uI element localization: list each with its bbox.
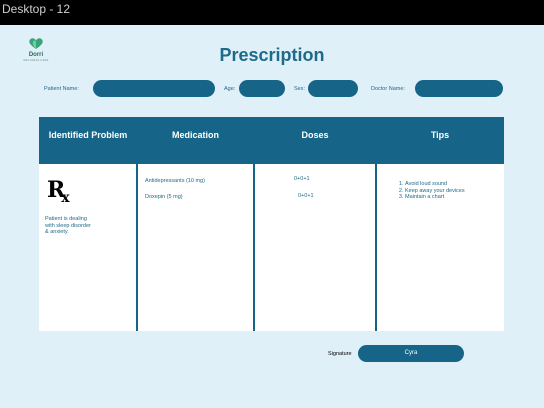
column-divider bbox=[253, 164, 255, 331]
tip-item: Maintain a chart bbox=[405, 194, 465, 201]
header-doses: Doses bbox=[301, 130, 329, 140]
patient-name-field[interactable] bbox=[93, 80, 215, 97]
header-identified-problem: Identified Problem bbox=[48, 130, 128, 140]
header-medication: Medication bbox=[171, 130, 219, 140]
problem-text: Patient is dealing with sleep disorder &… bbox=[45, 216, 91, 235]
medication-item: Doxepin (5 mg) bbox=[145, 194, 183, 200]
signature-label: Signature bbox=[328, 351, 352, 357]
medication-item: Antidepressants (10 mg) bbox=[145, 178, 205, 184]
prescription-table: Identified Problem Medication Doses Tips… bbox=[39, 117, 504, 331]
sex-label: Sex: bbox=[294, 86, 306, 92]
page-title: Prescription bbox=[219, 45, 325, 65]
header-tips: Tips bbox=[430, 130, 450, 140]
column-divider bbox=[136, 164, 138, 331]
signature-field[interactable]: Cyra bbox=[358, 345, 464, 362]
age-label: Age: bbox=[224, 86, 236, 92]
doctor-name-field[interactable] bbox=[415, 80, 503, 97]
table-header: Identified Problem Medication Doses Tips bbox=[39, 117, 504, 164]
frame-title: Desktop - 12 bbox=[2, 2, 71, 16]
dose-item: 0+0+1 bbox=[294, 176, 310, 182]
column-divider bbox=[375, 164, 377, 331]
patient-name-label: Patient Name: bbox=[44, 86, 79, 92]
age-field[interactable] bbox=[239, 80, 285, 97]
doctor-name-label: Doctor Name: bbox=[371, 86, 405, 92]
dose-item: 0+0+1 bbox=[298, 193, 314, 199]
tips-list: Avoid loud sound Keep away your devices … bbox=[395, 181, 465, 201]
prescription-canvas: Dorri WELLNESS CARE Prescription Patient… bbox=[0, 25, 544, 408]
rx-icon: Rx bbox=[47, 177, 70, 207]
sex-field[interactable] bbox=[308, 80, 358, 97]
